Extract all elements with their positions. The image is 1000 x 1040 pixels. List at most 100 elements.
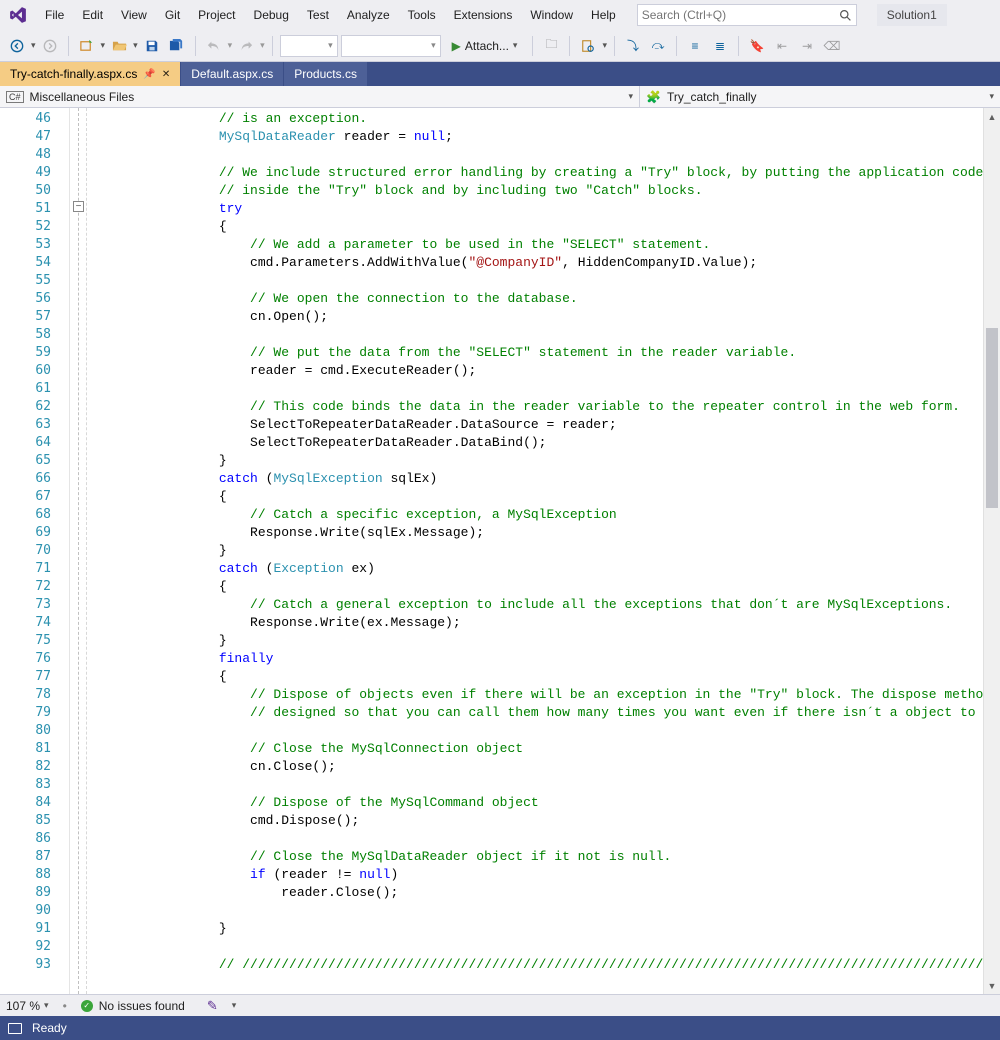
scroll-up-icon[interactable]: ▲ xyxy=(984,108,1000,125)
code-line[interactable]: catch (Exception ex) xyxy=(94,560,983,578)
code-line[interactable]: cmd.Dispose(); xyxy=(94,812,983,830)
code-line[interactable]: reader = cmd.ExecuteReader(); xyxy=(94,362,983,380)
next-bookmark-button[interactable]: ⇥ xyxy=(796,35,818,57)
code-line[interactable]: } xyxy=(94,542,983,560)
code-editor[interactable]: 4647484950515253545556575859606162636465… xyxy=(0,108,1000,994)
step-over-button[interactable]: ⤼ xyxy=(647,35,669,57)
search-input[interactable] xyxy=(642,8,839,22)
code-line[interactable]: Response.Write(ex.Message); xyxy=(94,614,983,632)
menu-test[interactable]: Test xyxy=(298,4,338,26)
open-file-button[interactable] xyxy=(108,35,130,57)
code-line[interactable]: MySqlDataReader reader = null; xyxy=(94,128,983,146)
code-line[interactable] xyxy=(94,146,983,164)
menu-extensions[interactable]: Extensions xyxy=(445,4,522,26)
code-line[interactable]: // designed so that you can call them ho… xyxy=(94,704,983,722)
redo-button[interactable] xyxy=(235,35,257,57)
nav-type-combo[interactable]: 🧩 Try_catch_finally ▾ xyxy=(640,86,1000,108)
code-line[interactable]: // We put the data from the "SELECT" sta… xyxy=(94,344,983,362)
code-line[interactable]: { xyxy=(94,218,983,236)
tab-products-cs[interactable]: Products.cs xyxy=(284,62,368,86)
attach-button[interactable]: ▶ Attach... ▾ xyxy=(444,35,526,57)
menu-view[interactable]: View xyxy=(112,4,156,26)
code-line[interactable]: // Catch a specific exception, a MySqlEx… xyxy=(94,506,983,524)
code-line[interactable]: cn.Close(); xyxy=(94,758,983,776)
code-line[interactable]: { xyxy=(94,668,983,686)
indent-less-button[interactable]: ≡ xyxy=(684,35,706,57)
tab-default-aspx-cs[interactable]: Default.aspx.cs xyxy=(181,62,284,86)
code-line[interactable]: // Dispose of objects even if there will… xyxy=(94,686,983,704)
menu-analyze[interactable]: Analyze xyxy=(338,4,399,26)
vertical-scrollbar[interactable]: ▲ ▼ xyxy=(983,108,1000,994)
code-line[interactable] xyxy=(94,902,983,920)
zoom-combo[interactable]: 107 % ▾ xyxy=(6,999,49,1013)
solution-name[interactable]: Solution1 xyxy=(877,4,947,26)
config-combo[interactable]: ▾ xyxy=(280,35,338,57)
code-line[interactable]: } xyxy=(94,632,983,650)
find-in-files-button[interactable] xyxy=(577,35,599,57)
issues-indicator[interactable]: ✓ No issues found xyxy=(81,999,185,1013)
undo-button[interactable] xyxy=(203,35,225,57)
search-box[interactable] xyxy=(637,4,857,26)
cleanup-brush-icon[interactable]: ✎ xyxy=(207,998,218,1014)
code-line[interactable]: // is an exception. xyxy=(94,110,983,128)
forward-circle-button[interactable] xyxy=(39,35,61,57)
code-line[interactable] xyxy=(94,272,983,290)
code-line[interactable] xyxy=(94,938,983,956)
code-line[interactable]: SelectToRepeaterDataReader.DataBind(); xyxy=(94,434,983,452)
prev-bookmark-button[interactable]: ⇤ xyxy=(771,35,793,57)
code-line[interactable]: cn.Open(); xyxy=(94,308,983,326)
code-line[interactable] xyxy=(94,776,983,794)
code-line[interactable]: } xyxy=(94,452,983,470)
menu-tools[interactable]: Tools xyxy=(399,4,445,26)
code-line[interactable]: try xyxy=(94,200,983,218)
code-line[interactable]: { xyxy=(94,578,983,596)
scroll-down-icon[interactable]: ▼ xyxy=(984,977,1000,994)
code-line[interactable]: // We add a parameter to be used in the … xyxy=(94,236,983,254)
code-line[interactable] xyxy=(94,830,983,848)
code-line[interactable]: // Close the MySqlConnection object xyxy=(94,740,983,758)
fold-toggle[interactable]: − xyxy=(73,201,84,212)
step-into-button[interactable]: ⤵ xyxy=(622,35,644,57)
back-circle-button[interactable] xyxy=(6,35,28,57)
menu-project[interactable]: Project xyxy=(189,4,244,26)
save-all-button[interactable] xyxy=(166,35,188,57)
code-line[interactable]: Response.Write(sqlEx.Message); xyxy=(94,524,983,542)
menu-debug[interactable]: Debug xyxy=(245,4,298,26)
code-line[interactable]: // /////////////////////////////////////… xyxy=(94,956,983,974)
tab-try-catch-finally-aspx-cs[interactable]: Try-catch-finally.aspx.cs📌✕ xyxy=(0,62,181,86)
platform-combo[interactable]: ▾ xyxy=(341,35,441,57)
code-area[interactable]: // is an exception. MySqlDataReader read… xyxy=(94,108,983,994)
pin-icon[interactable]: 📌 xyxy=(143,69,155,80)
new-project-button[interactable] xyxy=(76,35,98,57)
outline-margin[interactable]: − xyxy=(70,108,94,994)
code-line[interactable]: { xyxy=(94,488,983,506)
browse-button[interactable]: 🗀 xyxy=(540,35,562,57)
code-line[interactable]: finally xyxy=(94,650,983,668)
menu-edit[interactable]: Edit xyxy=(73,4,112,26)
menu-window[interactable]: Window xyxy=(521,4,582,26)
code-line[interactable]: // Dispose of the MySqlCommand object xyxy=(94,794,983,812)
code-line[interactable]: } xyxy=(94,920,983,938)
menu-help[interactable]: Help xyxy=(582,4,625,26)
menu-file[interactable]: File xyxy=(36,4,73,26)
code-line[interactable]: if (reader != null) xyxy=(94,866,983,884)
code-line[interactable]: cmd.Parameters.AddWithValue("@CompanyID"… xyxy=(94,254,983,272)
code-line[interactable] xyxy=(94,380,983,398)
code-line[interactable]: // We include structured error handling … xyxy=(94,164,983,182)
save-button[interactable] xyxy=(141,35,163,57)
code-line[interactable] xyxy=(94,722,983,740)
code-line[interactable]: SelectToRepeaterDataReader.DataSource = … xyxy=(94,416,983,434)
scrollbar-thumb[interactable] xyxy=(986,328,998,508)
code-line[interactable]: reader.Close(); xyxy=(94,884,983,902)
code-line[interactable]: // We open the connection to the databas… xyxy=(94,290,983,308)
code-line[interactable]: // inside the "Try" block and by includi… xyxy=(94,182,983,200)
bookmark-button[interactable]: 🔖 xyxy=(746,35,768,57)
indent-more-button[interactable]: ≣ xyxy=(709,35,731,57)
clear-bookmarks-button[interactable]: ⌫ xyxy=(821,35,843,57)
code-line[interactable] xyxy=(94,326,983,344)
code-line[interactable]: // This code binds the data in the reade… xyxy=(94,398,983,416)
code-line[interactable]: // Catch a general exception to include … xyxy=(94,596,983,614)
code-line[interactable]: catch (MySqlException sqlEx) xyxy=(94,470,983,488)
close-icon[interactable]: ✕ xyxy=(162,69,170,80)
menu-git[interactable]: Git xyxy=(156,4,189,26)
